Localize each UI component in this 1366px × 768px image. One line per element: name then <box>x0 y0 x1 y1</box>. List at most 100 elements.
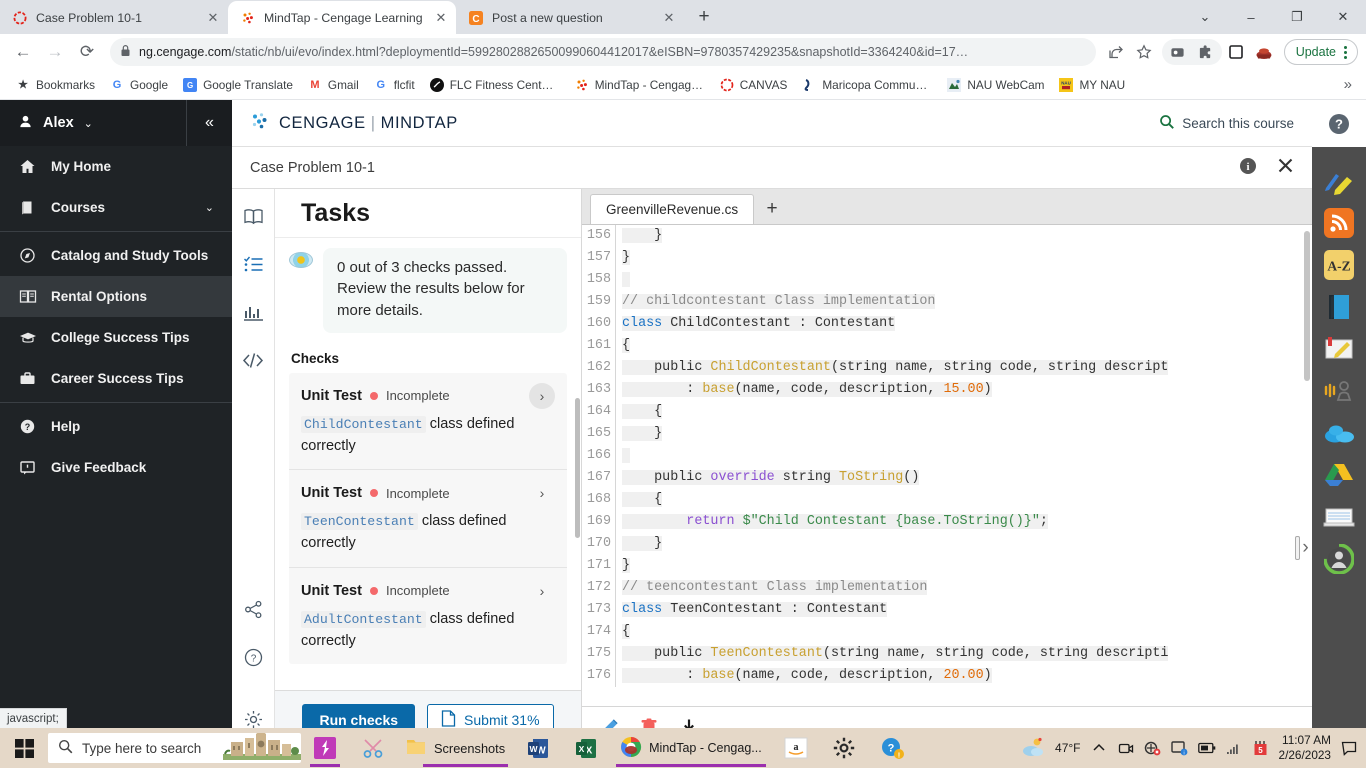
code-line[interactable]: 169 return $"Child Contestant {base.ToSt… <box>582 511 1312 533</box>
address-bar[interactable]: ng.cengage.com/static/nb/ui/evo/index.ht… <box>110 38 1096 66</box>
code-text[interactable]: public ChildContestant(string name, stri… <box>616 357 1169 379</box>
code-line[interactable]: 174{ <box>582 621 1312 643</box>
share-icon[interactable] <box>240 596 266 622</box>
bookmark-google[interactable]: G Google <box>102 74 175 96</box>
profile-avatar-icon[interactable] <box>1312 539 1366 579</box>
bookmark-nau-webcam[interactable]: NAU WebCam <box>939 74 1051 96</box>
help-icon[interactable]: ? <box>1312 100 1366 147</box>
google-drive-icon[interactable] <box>1312 455 1366 495</box>
code-text[interactable]: { <box>616 621 631 643</box>
code-line[interactable]: 160 class ChildContestant : Contestant <box>582 313 1312 335</box>
code-line[interactable]: 167 public override string ToString() <box>582 467 1312 489</box>
code-text[interactable]: { <box>616 489 663 511</box>
code-text[interactable]: class ChildContestant : Contestant <box>616 313 896 335</box>
sidebar-item-my-home[interactable]: My Home <box>0 146 232 187</box>
course-search-button[interactable]: Search this course <box>1159 114 1294 133</box>
book-icon[interactable] <box>240 203 266 229</box>
editor-tab-file[interactable]: GreenvilleRevenue.cs <box>590 194 755 224</box>
bookmark-star-icon[interactable] <box>1130 38 1158 66</box>
code-line[interactable]: 173 class TeenContestant : Contestant <box>582 599 1312 621</box>
dictionary-az-icon[interactable]: A-Z <box>1312 245 1366 285</box>
clock[interactable]: 11:07 AM 2/26/2023 <box>1279 733 1331 762</box>
highlighter-pen-icon[interactable] <box>1312 161 1366 201</box>
sidebar-collapse-button[interactable]: « <box>186 100 232 146</box>
chevron-right-icon[interactable]: › <box>529 578 555 604</box>
bookmark-google-translate[interactable]: G Google Translate <box>175 74 300 96</box>
code-line[interactable]: 157} <box>582 247 1312 269</box>
bookmark-flcfit[interactable]: G flcfit <box>366 74 422 96</box>
code-icon[interactable] <box>240 347 266 373</box>
taskbar-app-snipping-tool[interactable] <box>349 728 397 768</box>
bookmark-my-nau[interactable]: NAU MY NAU <box>1051 74 1132 96</box>
chevron-right-icon[interactable]: › <box>529 382 555 409</box>
help-icon[interactable]: ? <box>240 644 266 670</box>
info-icon[interactable]: i <box>1239 157 1257 179</box>
code-line[interactable]: 172// teencontestant Class implementatio… <box>582 577 1312 599</box>
weather-icon[interactable] <box>1020 736 1046 760</box>
code-line[interactable]: 170 } <box>582 533 1312 555</box>
taskbar-app-chrome-mindtap[interactable]: MindTap - Cengag... <box>610 728 772 768</box>
code-text[interactable]: // teencontestant Class implementation <box>616 577 928 599</box>
code-line[interactable]: 171} <box>582 555 1312 577</box>
chevron-down-icon[interactable]: ⌄ <box>1182 0 1228 34</box>
wifi-icon[interactable] <box>1225 739 1243 757</box>
notification-icon[interactable] <box>1340 739 1358 757</box>
code-text[interactable]: { <box>616 401 663 423</box>
taskbar-app-settings[interactable] <box>820 728 868 768</box>
media-icon[interactable] <box>1164 38 1192 66</box>
check-item[interactable]: Unit Test Incomplete › AdultContestant c… <box>289 568 567 665</box>
sidepanel-icon[interactable] <box>1222 38 1250 66</box>
close-icon[interactable] <box>1277 157 1294 178</box>
checklist-icon[interactable] <box>240 251 266 277</box>
forward-icon[interactable]: → <box>40 37 70 67</box>
extensions-icon[interactable] <box>1192 38 1220 66</box>
close-icon[interactable]: ✕ <box>432 9 450 27</box>
chart-icon[interactable] <box>240 299 266 325</box>
code-line[interactable]: 161{ <box>582 335 1312 357</box>
new-tab-button[interactable]: + <box>690 3 718 31</box>
bookmark-mindtap[interactable]: MindTap - Cengage… <box>567 74 712 96</box>
taskbar-app-amazon[interactable]: a <box>772 728 820 768</box>
code-text[interactable]: : base(name, code, description, 15.00) <box>616 379 992 401</box>
update-button[interactable]: Update <box>1283 39 1358 65</box>
tasks-scrollbar[interactable] <box>575 398 580 538</box>
start-button[interactable] <box>0 728 48 768</box>
expand-panel-button[interactable]: › <box>1291 527 1313 569</box>
add-file-tab-button[interactable]: + <box>754 194 790 224</box>
drag-handle[interactable] <box>1295 536 1301 560</box>
calendar-red-icon[interactable]: 5 <box>1252 739 1270 757</box>
code-line[interactable]: 166 <box>582 445 1312 467</box>
code-line[interactable]: 159// childcontestant Class implementati… <box>582 291 1312 313</box>
bookmark-bookmarks[interactable]: ★ Bookmarks <box>8 74 102 96</box>
code-text[interactable]: // childcontestant Class implementation <box>616 291 936 313</box>
notebook-icon[interactable] <box>1312 329 1366 369</box>
sidebar-item-career-success-tips[interactable]: Career Success Tips <box>0 358 232 399</box>
battery-icon[interactable] <box>1197 739 1216 757</box>
ebook-icon[interactable] <box>1312 287 1366 327</box>
taskbar-app-word[interactable]: WW <box>514 728 562 768</box>
code-text[interactable]: } <box>616 423 663 445</box>
code-text[interactable]: } <box>616 555 631 577</box>
code-lines[interactable]: 156 } 157} 158 159// childcontestant Class… <box>582 225 1312 687</box>
back-icon[interactable]: ← <box>8 37 38 67</box>
code-area[interactable]: 156 } 157} 158 159// childcontestant Class… <box>582 225 1312 706</box>
check-item[interactable]: Unit Test Incomplete › ChildContestant c… <box>289 373 567 471</box>
display-icon[interactable]: i <box>1171 739 1189 757</box>
code-line[interactable]: 176 : base(name, code, description, 20.0… <box>582 665 1312 687</box>
code-text[interactable]: return $"Child Contestant {base.ToString… <box>616 511 1048 533</box>
flashcards-icon[interactable] <box>1312 497 1366 537</box>
code-text[interactable] <box>616 445 631 467</box>
sidebar-item-give-feedback[interactable]: Give Feedback <box>0 447 232 488</box>
code-text[interactable] <box>616 269 631 291</box>
code-text[interactable]: public TeenContestant(string name, strin… <box>616 643 1169 665</box>
tray-expand-chevron-icon[interactable] <box>1090 739 1108 757</box>
bookmark-flc-fitness[interactable]: FLC Fitness Center -… <box>422 74 567 96</box>
search-input[interactable]: Type here to search <box>48 733 301 763</box>
code-text[interactable]: : base(name, code, description, 20.00) <box>616 665 992 687</box>
profile-avatar-icon[interactable] <box>1250 38 1278 66</box>
antivirus-icon[interactable] <box>1144 739 1162 757</box>
browser-menu-icon[interactable] <box>1340 45 1351 59</box>
sidebar-item-courses[interactable]: Courses ⌄ <box>0 187 232 228</box>
code-line[interactable]: 164 { <box>582 401 1312 423</box>
code-text[interactable]: } <box>616 533 663 555</box>
